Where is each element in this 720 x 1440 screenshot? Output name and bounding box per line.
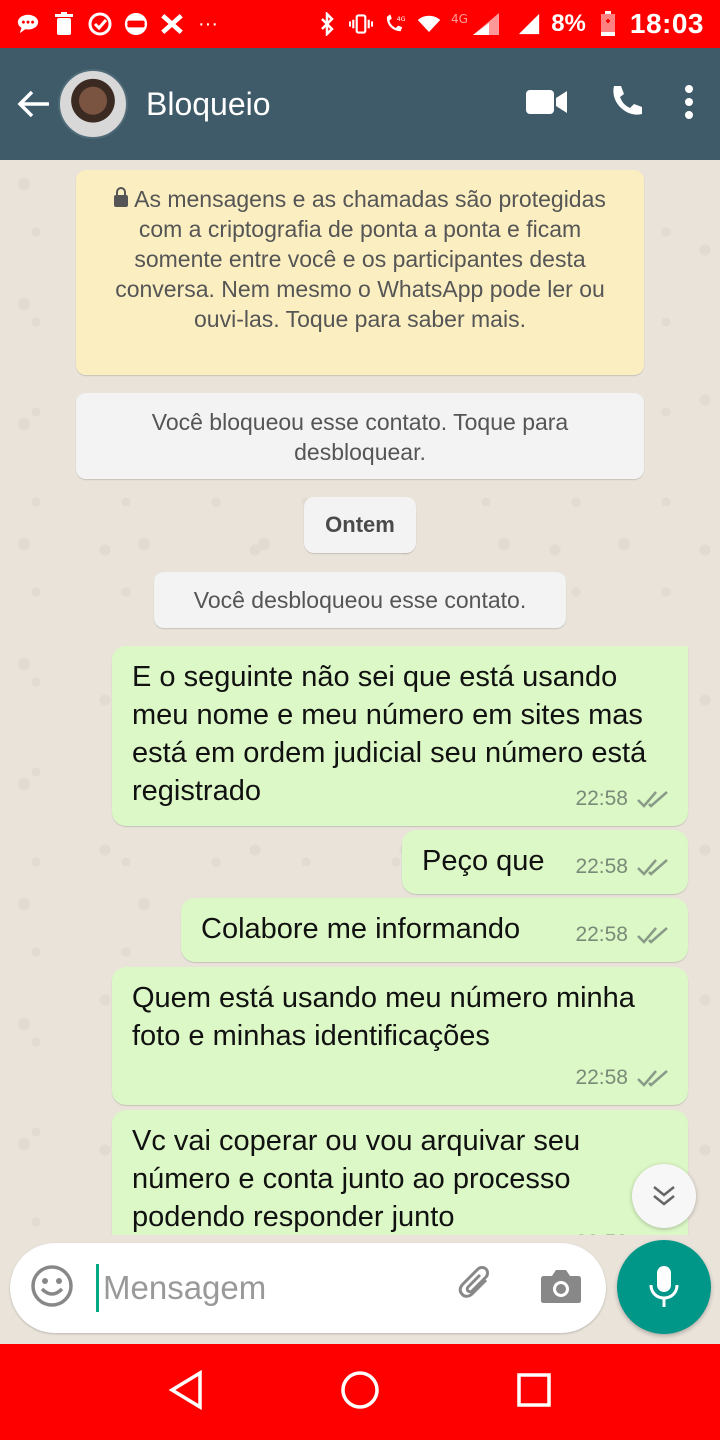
- more-notifications-icon: ···: [198, 12, 218, 35]
- nav-recents-icon[interactable]: [516, 1372, 552, 1413]
- message-input[interactable]: Mensagem: [96, 1264, 456, 1312]
- message-composer: Mensagem: [10, 1243, 606, 1333]
- double-check-icon: [637, 859, 668, 876]
- check-circle-icon: [88, 12, 112, 36]
- date-divider: Ontem: [304, 497, 416, 553]
- nav-home-icon[interactable]: [340, 1370, 380, 1415]
- svg-text:4G: 4G: [451, 12, 468, 26]
- message-time: 22:59: [575, 1224, 628, 1235]
- message-text: Peço que: [422, 845, 545, 877]
- vibrate-icon: [349, 12, 374, 36]
- unblocked-notice: Você desbloqueou esse contato.: [154, 572, 566, 628]
- message-text: Colabore me informando: [201, 913, 521, 945]
- voice-message-button[interactable]: [617, 1240, 711, 1334]
- signal-icon: [517, 12, 541, 36]
- message-bubble[interactable]: Colabore me informando 22:58: [181, 898, 688, 962]
- chat-header: Bloqueio: [0, 48, 720, 160]
- encryption-notice[interactable]: As mensagens e as chamadas são protegida…: [76, 170, 644, 375]
- double-check-icon: [637, 927, 668, 944]
- attach-icon[interactable]: [456, 1265, 496, 1311]
- back-arrow-icon[interactable]: [14, 84, 54, 124]
- system-navigation-bar: [0, 1344, 720, 1440]
- message-text: E o seguinte não sei que está usando meu…: [132, 661, 647, 807]
- caixa-tem-app-icon: [124, 12, 148, 36]
- message-time: 22:58: [575, 787, 628, 810]
- chevron-double-down-icon: [653, 1186, 675, 1206]
- message-time: 22:58: [575, 923, 628, 946]
- wifi-icon: [417, 12, 441, 36]
- avatar[interactable]: [58, 69, 128, 139]
- x-app-icon: [160, 12, 184, 36]
- message-time: 22:58: [575, 1066, 628, 1089]
- message-bubble[interactable]: Vc vai coperar ou vou arquivar seu númer…: [112, 1110, 688, 1235]
- emoji-icon[interactable]: [30, 1264, 74, 1313]
- lock-icon: [114, 187, 129, 207]
- contact-name[interactable]: Bloqueio: [146, 86, 526, 123]
- double-check-icon: [637, 1070, 668, 1087]
- signal-4g-icon: 4G: [451, 12, 507, 36]
- voice-call-icon[interactable]: [608, 84, 644, 125]
- scroll-to-bottom-button[interactable]: [632, 1164, 696, 1228]
- trash-icon: [52, 12, 76, 36]
- camera-icon[interactable]: [540, 1268, 582, 1309]
- volte-call-icon: 4G: [383, 12, 407, 36]
- message-list[interactable]: As mensagens e as chamadas são protegida…: [0, 160, 720, 1235]
- svg-text:4G: 4G: [397, 15, 406, 23]
- nav-back-icon[interactable]: [168, 1369, 204, 1415]
- message-bubble[interactable]: Quem está usando meu número minha foto e…: [112, 967, 688, 1105]
- status-bar: ··· 4G 4G 8% 18:03: [0, 0, 720, 48]
- message-bubble[interactable]: E o seguinte não sei que está usando meu…: [112, 646, 688, 826]
- clock: 18:03: [629, 8, 704, 39]
- message-text: Vc vai coperar ou vou arquivar seu númer…: [132, 1125, 581, 1233]
- overflow-menu-icon[interactable]: [684, 84, 694, 124]
- battery-icon: [596, 11, 620, 36]
- message-bubble[interactable]: Peço que 22:58: [402, 830, 688, 894]
- microphone-icon: [649, 1266, 679, 1307]
- battery-percent: 8%: [551, 10, 586, 37]
- bluetooth-icon: [315, 12, 339, 36]
- blocked-notice-text: Você bloqueou esse contato. Toque para d…: [151, 409, 569, 465]
- video-call-icon[interactable]: [526, 89, 568, 120]
- chat-bubble-icon: [16, 12, 40, 36]
- blocked-notice[interactable]: Você bloqueou esse contato. Toque para d…: [76, 393, 644, 479]
- double-check-icon: [637, 791, 668, 808]
- message-text: Quem está usando meu número minha foto e…: [132, 982, 635, 1052]
- message-time: 22:58: [575, 855, 628, 878]
- encryption-notice-text: As mensagens e as chamadas são protegida…: [115, 186, 606, 332]
